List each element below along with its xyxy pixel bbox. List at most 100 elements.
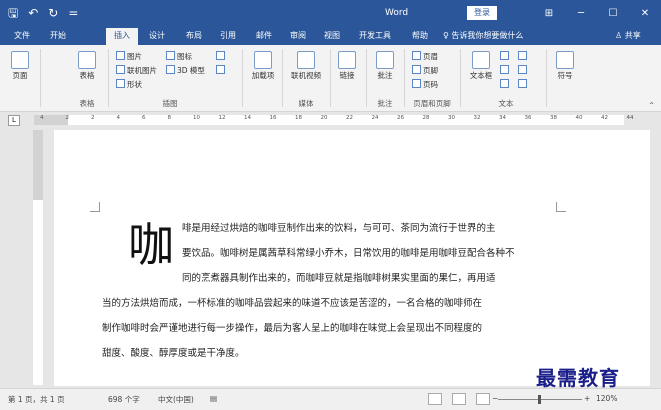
document-line: 同的烹煮器具制作出来的，而咖啡豆就是指咖啡树果实里面的果仁，再用适 bbox=[182, 273, 496, 284]
ruler-tick-label: 12 bbox=[218, 115, 226, 121]
undo-icon[interactable]: ↶ bbox=[28, 6, 38, 20]
group-label-header-footer: 页眉和页脚 bbox=[413, 99, 451, 108]
group-label-table: 表格 bbox=[79, 99, 95, 108]
tab-home[interactable]: 开始 bbox=[42, 28, 74, 45]
page-button[interactable]: 页面 bbox=[6, 51, 34, 81]
ruler-tick-label: 36 bbox=[524, 115, 532, 121]
group-separator bbox=[330, 49, 331, 107]
language-indicator[interactable]: 中文(中国) bbox=[158, 394, 194, 405]
addins-icon bbox=[254, 51, 272, 69]
link-icon bbox=[338, 51, 356, 69]
screenshot-icon bbox=[216, 65, 225, 74]
collapse-ribbon-icon[interactable]: ⌃ bbox=[648, 101, 655, 110]
ruler-tick-label: 42 bbox=[601, 115, 608, 121]
customize-qat-icon[interactable]: = bbox=[68, 6, 78, 20]
ruler-tick-label: 40 bbox=[575, 115, 583, 121]
date-icon bbox=[518, 65, 527, 74]
comment-button[interactable]: 批注 bbox=[372, 51, 398, 81]
object-button[interactable] bbox=[518, 79, 529, 90]
page-number-button[interactable]: 页码 bbox=[412, 79, 438, 90]
ruler-tick-label: 14 bbox=[244, 115, 251, 121]
shapes-button[interactable]: 形状 bbox=[116, 79, 142, 90]
tab-selector[interactable]: L bbox=[8, 115, 20, 126]
footer-button[interactable]: 页脚 bbox=[412, 65, 438, 76]
zoom-level[interactable]: 120% bbox=[596, 394, 617, 403]
ruler-tick-label: 34 bbox=[499, 115, 506, 121]
quick-access-toolbar: 🖫 ↶ ↻ = bbox=[8, 6, 78, 20]
window-title: Word bbox=[385, 8, 409, 18]
redo-icon[interactable]: ↻ bbox=[48, 6, 58, 20]
ribbon-display-icon[interactable]: ⊞ bbox=[533, 0, 565, 28]
tab-mailings[interactable]: 邮件 bbox=[248, 28, 280, 45]
watermark-logo: 最需教育 bbox=[536, 366, 620, 390]
online-pictures-button[interactable]: 联机图片 bbox=[116, 65, 157, 76]
zoom-slider-thumb[interactable] bbox=[538, 395, 541, 404]
ruler-tick-label: 24 bbox=[371, 115, 379, 121]
save-icon[interactable]: 🖫 bbox=[8, 6, 18, 20]
page-count[interactable]: 第 1 页，共 1 页 bbox=[8, 394, 65, 405]
word-count[interactable]: 698 个字 bbox=[108, 394, 140, 405]
maximize-icon[interactable]: ☐ bbox=[597, 0, 629, 28]
tab-developer[interactable]: 开发工具 bbox=[352, 28, 398, 45]
date-time-button[interactable] bbox=[518, 65, 529, 76]
pictures-button[interactable]: 图片 bbox=[116, 51, 142, 62]
tab-file[interactable]: 文件 bbox=[8, 28, 36, 45]
chart-icon bbox=[216, 51, 225, 60]
online-video-button[interactable]: 联机视频 bbox=[288, 51, 324, 81]
symbol-button[interactable]: 符号 bbox=[552, 51, 578, 81]
minimize-icon[interactable]: ─ bbox=[565, 0, 597, 28]
tab-review[interactable]: 审阅 bbox=[282, 28, 314, 45]
ruler-tick-label: 10 bbox=[193, 115, 200, 121]
ribbon-tabs: 文件 开始 插入 设计 布局 引用 邮件 审阅 视图 开发工具 帮助 ♀ 告诉我… bbox=[0, 28, 661, 45]
picture-icon bbox=[116, 51, 125, 60]
signature-line-button[interactable] bbox=[518, 51, 529, 62]
tab-design[interactable]: 设计 bbox=[141, 28, 173, 45]
shapes-icon bbox=[116, 79, 125, 88]
ruler-tick-label: 26 bbox=[397, 115, 404, 121]
ruler-tick-label: 38 bbox=[550, 115, 557, 121]
zoom-in-icon[interactable]: + bbox=[584, 394, 590, 403]
textbox-button[interactable]: 文本框 bbox=[466, 51, 496, 81]
tab-references[interactable]: 引用 bbox=[212, 28, 244, 45]
wordart-button[interactable] bbox=[500, 65, 511, 76]
table-icon bbox=[78, 51, 96, 69]
table-button[interactable]: 表格 bbox=[72, 51, 102, 81]
addins-button[interactable]: 加载项 bbox=[250, 51, 276, 81]
ruler-tick-label: 2 bbox=[65, 115, 70, 121]
share-button[interactable]: ♙ 共享 bbox=[615, 28, 641, 44]
document-page[interactable]: 咖 啡是用经过烘焙的咖啡豆制作出来的饮料，与可可、茶同为流行于世界的主 要饮品。… bbox=[54, 130, 650, 386]
dropcap-icon bbox=[500, 79, 509, 88]
print-layout-button[interactable] bbox=[452, 393, 466, 405]
close-icon[interactable]: ✕ bbox=[629, 0, 661, 28]
ruler-tick-label: 2 bbox=[91, 115, 95, 121]
accessibility-icon[interactable]: ▤ bbox=[210, 394, 217, 403]
tab-view[interactable]: 视图 bbox=[316, 28, 348, 45]
icons-icon bbox=[166, 51, 175, 60]
tab-insert[interactable]: 插入 bbox=[106, 28, 138, 45]
web-layout-button[interactable] bbox=[476, 393, 490, 405]
icons-button[interactable]: 图标 bbox=[166, 51, 192, 62]
chart-button[interactable] bbox=[216, 51, 227, 62]
dropcap-button[interactable] bbox=[500, 79, 511, 90]
status-bar: 第 1 页，共 1 页 698 个字 中文(中国) ▤ − + 120% bbox=[0, 388, 661, 410]
ruler-tick-label: 28 bbox=[422, 115, 430, 121]
tab-layout[interactable]: 布局 bbox=[178, 28, 210, 45]
login-button[interactable]: 登录 bbox=[467, 6, 497, 20]
link-button[interactable]: 链接 bbox=[334, 51, 360, 81]
ruler-tick-label: 6 bbox=[142, 115, 146, 121]
group-separator bbox=[282, 49, 283, 107]
textbox-icon bbox=[472, 51, 490, 69]
tab-help[interactable]: 帮助 bbox=[404, 28, 436, 45]
header-button[interactable]: 页眉 bbox=[412, 51, 438, 62]
document-line: 制作咖啡时会严谨地进行每一步操作，最后为客人呈上的咖啡在味觉上会呈现出不同程度的 bbox=[102, 323, 483, 334]
read-mode-button[interactable] bbox=[428, 393, 442, 405]
screenshot-button[interactable] bbox=[216, 65, 227, 76]
quick-parts-button[interactable] bbox=[500, 51, 511, 62]
ruler-tick-label: 32 bbox=[473, 115, 481, 121]
ruler-tick-label: 8 bbox=[167, 115, 172, 121]
ruler-tick-label: 16 bbox=[269, 115, 277, 121]
tell-me-search[interactable]: ♀ 告诉我你想要做什么 bbox=[443, 28, 523, 44]
3d-models-button[interactable]: 3D 模型 bbox=[166, 65, 205, 76]
horizontal-ruler: L 4 2 2 4 6 8 10 12 14 16 18 20 22 24 26 28 30 32 34 36 38 40… bbox=[0, 113, 661, 128]
ruler-tick-label: 4 bbox=[116, 115, 121, 121]
